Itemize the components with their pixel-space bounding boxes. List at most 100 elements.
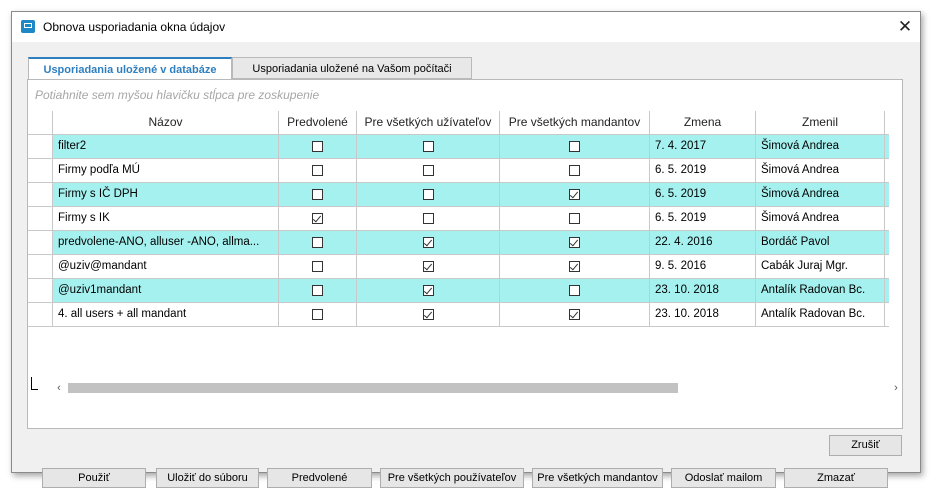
row-selector[interactable] — [28, 255, 53, 279]
cell-changed[interactable]: 23. 10. 2018 — [650, 279, 756, 303]
checkbox-default[interactable] — [312, 309, 323, 321]
table-row[interactable]: @uziv@mandant 9. 5. 2016Cabák Juraj Mgr.1… — [28, 255, 889, 279]
save-to-file-button[interactable]: Uložiť do súboru — [156, 468, 259, 488]
checkbox-default[interactable] — [312, 261, 323, 273]
table-row[interactable]: Firmy s IČ DPH 6. 5. 2019Šimová Andrea19 — [28, 183, 889, 207]
table-row[interactable]: Firmy s IK 6. 5. 2019Šimová Andrea19 — [28, 207, 889, 231]
scrollbar-thumb[interactable] — [68, 383, 678, 393]
cell-changed-by[interactable]: Cabák Juraj Mgr. — [756, 255, 885, 279]
cell-changed[interactable]: 6. 5. 2019 — [650, 207, 756, 231]
cell-changed-by[interactable]: Šimová Andrea — [756, 183, 885, 207]
delete-button[interactable]: Zmazať — [784, 468, 888, 488]
cell-changed-by[interactable]: Šimová Andrea — [756, 207, 885, 231]
cell-changed[interactable]: 7. 4. 2017 — [650, 135, 756, 159]
cell-changed[interactable]: 9. 5. 2016 — [650, 255, 756, 279]
cell-name[interactable]: Firmy s IK — [53, 207, 279, 231]
checkbox-all-mandants[interactable] — [569, 261, 580, 273]
cell-v[interactable]: 17 — [885, 135, 889, 159]
checkbox-all-users[interactable] — [422, 165, 434, 177]
cell-name[interactable]: Firmy podľa MÚ — [53, 159, 279, 183]
cell-changed-by[interactable]: Antalík Radovan Bc. — [756, 279, 885, 303]
cell-changed-by[interactable]: Antalík Radovan Bc. — [756, 303, 885, 327]
cell-v[interactable]: 19 — [885, 207, 889, 231]
checkbox-all-users[interactable] — [422, 261, 434, 273]
table-row[interactable]: predvolene-ANO, alluser -ANO, allma... 22… — [28, 231, 889, 255]
tab-local-computer[interactable]: Usporiadania uložené na Vašom počítači — [232, 57, 472, 79]
column-header-changed[interactable]: Zmena — [650, 111, 756, 135]
cell-v[interactable]: 16 — [885, 255, 889, 279]
tab-database[interactable]: Usporiadania uložené v databáze — [28, 57, 232, 80]
all-mandants-button[interactable]: Pre všetkých mandantov — [532, 468, 663, 488]
checkbox-all-users[interactable] — [422, 189, 434, 201]
all-users-button[interactable]: Pre všetkých používateľov — [380, 468, 524, 488]
checkbox-all-mandants[interactable] — [569, 237, 580, 249]
column-header-default[interactable]: Predvolené — [279, 111, 357, 135]
row-selector[interactable] — [28, 135, 53, 159]
checkbox-default[interactable] — [312, 285, 323, 297]
cell-changed[interactable]: 22. 4. 2016 — [650, 231, 756, 255]
cancel-button[interactable]: Zrušiť — [829, 435, 902, 456]
checkbox-all-mandants[interactable] — [569, 309, 580, 321]
cell-v[interactable]: 16 — [885, 231, 889, 255]
cell-v[interactable]: 19 — [885, 183, 889, 207]
checkbox-all-mandants[interactable] — [569, 165, 580, 177]
checkbox-all-users[interactable] — [422, 237, 434, 249]
checkbox-all-users[interactable] — [422, 285, 434, 297]
close-icon[interactable]: ✕ — [890, 12, 920, 42]
cell-changed-by[interactable]: Šimová Andrea — [756, 135, 885, 159]
dialog-window: Obnova usporiadania okna údajov ✕ Uspori… — [11, 11, 921, 488]
checkbox-all-mandants-cell — [500, 303, 650, 327]
cell-v[interactable]: 19 — [885, 159, 889, 183]
checkbox-all-mandants[interactable] — [569, 285, 580, 297]
row-selector[interactable] — [28, 207, 53, 231]
table-row[interactable]: 4. all users + all mandant 23. 10. 2018 An… — [28, 303, 889, 327]
cell-name[interactable]: filter2 — [53, 135, 279, 159]
checkbox-all-users[interactable] — [422, 213, 434, 225]
cell-changed[interactable]: 6. 5. 2019 — [650, 159, 756, 183]
checkbox-default[interactable] — [312, 165, 323, 177]
cell-changed[interactable]: 23. 10. 2018 — [650, 303, 756, 327]
checkbox-default-cell — [279, 135, 357, 159]
cell-name[interactable]: predvolene-ANO, alluser -ANO, allma... — [53, 231, 279, 255]
checkbox-default[interactable] — [312, 189, 323, 201]
cell-changed-by[interactable]: Šimová Andrea — [756, 159, 885, 183]
checkbox-all-mandants[interactable] — [569, 141, 580, 153]
table-row[interactable]: @uziv1mandant 23. 10. 2018 Antalík Radovan… — [28, 279, 889, 303]
cell-changed-by[interactable]: Bordáč Pavol — [756, 231, 885, 255]
use-button[interactable]: Použiť — [42, 468, 146, 488]
cell-changed[interactable]: 6. 5. 2019 — [650, 183, 756, 207]
checkbox-all-mandants-cell — [500, 279, 650, 303]
checkbox-all-users[interactable] — [422, 141, 434, 153]
column-header-name[interactable]: Názov — [53, 111, 279, 135]
cell-name[interactable]: @uziv@mandant — [53, 255, 279, 279]
checkbox-default[interactable] — [312, 213, 323, 225]
checkbox-default[interactable] — [312, 237, 323, 249]
chevron-left-icon[interactable]: ‹ — [52, 380, 66, 396]
row-selector[interactable] — [28, 231, 53, 255]
row-selector[interactable] — [28, 303, 53, 327]
send-mail-button[interactable]: Odoslať mailom — [671, 468, 776, 488]
default-button[interactable]: Predvolené — [267, 468, 372, 488]
column-header-v[interactable]: V — [885, 111, 889, 135]
table-row[interactable]: filter2 7. 4. 2017Šimová Andrea17 — [28, 135, 889, 159]
checkbox-all-mandants[interactable] — [569, 189, 580, 201]
row-selector[interactable] — [28, 159, 53, 183]
chevron-right-icon[interactable]: › — [889, 380, 903, 396]
column-header-changed-by[interactable]: Zmenil — [756, 111, 885, 135]
cell-name[interactable]: 4. all users + all mandant — [53, 303, 279, 327]
table-row[interactable]: Firmy podľa MÚ 6. 5. 2019Šimová Andrea19 — [28, 159, 889, 183]
checkbox-default[interactable] — [312, 141, 323, 153]
group-by-hint[interactable]: Potiahnite sem myšou hlavičku stĺpca pre… — [35, 88, 319, 102]
cell-v[interactable]: 16 — [885, 279, 889, 303]
cell-name[interactable]: @uziv1mandant — [53, 279, 279, 303]
column-header-all-users[interactable]: Pre všetkých užívateľov — [357, 111, 500, 135]
cell-v[interactable]: 16 — [885, 303, 889, 327]
row-selector[interactable] — [28, 279, 53, 303]
checkbox-all-users[interactable] — [422, 309, 434, 321]
row-selector[interactable] — [28, 183, 53, 207]
column-header-all-mandants[interactable]: Pre všetkých mandantov — [500, 111, 650, 135]
checkbox-all-mandants[interactable] — [569, 213, 580, 225]
checkbox-default-cell — [279, 303, 357, 327]
cell-name[interactable]: Firmy s IČ DPH — [53, 183, 279, 207]
horizontal-scrollbar[interactable]: ‹ › — [52, 380, 903, 396]
